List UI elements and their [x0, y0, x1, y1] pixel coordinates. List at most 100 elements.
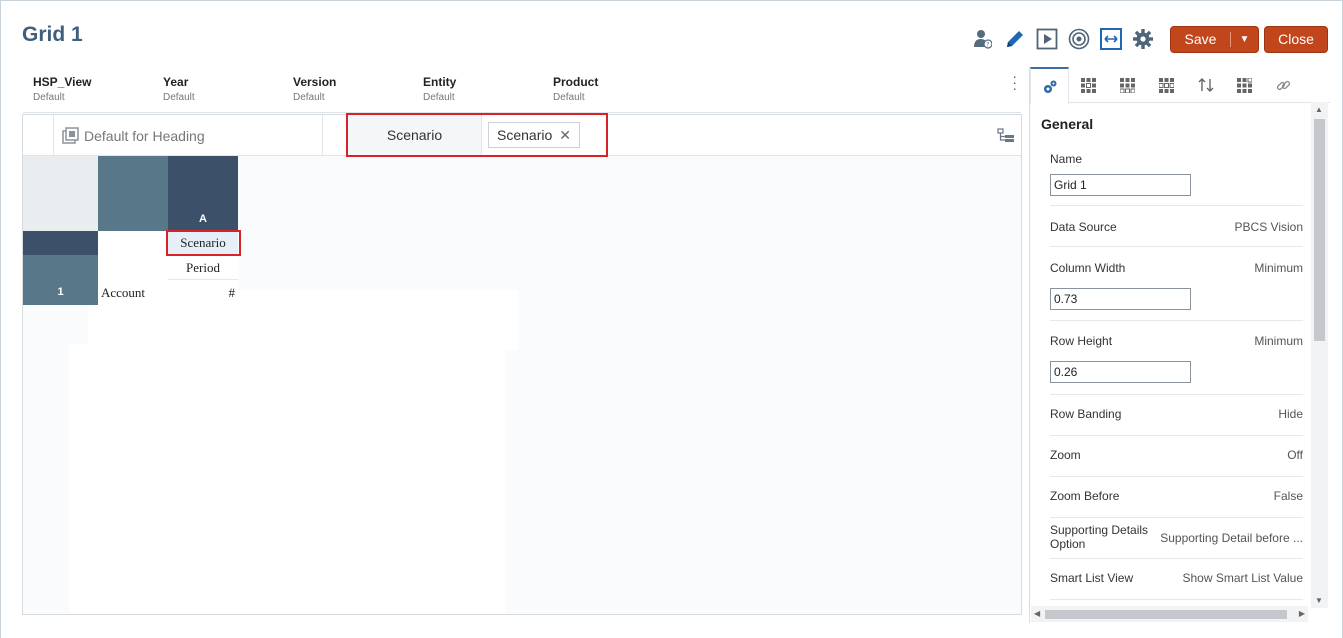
tab-links[interactable]	[1264, 67, 1303, 103]
properties-panel: General Name Data Source PBCS Vision Col…	[1029, 67, 1330, 623]
close-button[interactable]: Close	[1264, 25, 1328, 53]
property-label: Zoom Before	[1050, 489, 1120, 503]
tab-cell-properties[interactable]	[1147, 67, 1186, 103]
column-width-field[interactable]	[1050, 288, 1191, 310]
pov-item-hsp-view[interactable]: HSP_View Default	[33, 75, 91, 103]
row-dimension-account[interactable]: Account	[98, 280, 168, 305]
target-icon[interactable]	[1066, 26, 1092, 52]
pov-dimension: HSP_View	[33, 75, 92, 89]
scroll-down-icon[interactable]: ▼	[1315, 596, 1323, 605]
row-height-field[interactable]	[1050, 361, 1191, 383]
scenario-dimension-label[interactable]: Scenario	[348, 115, 482, 155]
svg-text:?: ?	[986, 42, 989, 49]
property-label: Zoom	[1050, 448, 1081, 462]
pov-member: Default	[553, 92, 585, 103]
property-zoom-before[interactable]: Zoom Before False	[1050, 477, 1303, 518]
pov-dimension: Product	[553, 75, 599, 89]
label-line: Supporting Details	[1050, 523, 1149, 537]
row-dimension-header[interactable]	[98, 156, 168, 231]
property-label: Smart List View	[1050, 571, 1134, 585]
grid-icon	[1081, 77, 1096, 93]
tab-formatting[interactable]	[1225, 67, 1264, 103]
tab-row-properties[interactable]	[1069, 67, 1108, 103]
empty-region	[69, 344, 505, 614]
tab-sort[interactable]	[1186, 67, 1225, 103]
gear-icon[interactable]	[1130, 26, 1156, 52]
property-value: Show Smart List Value	[1182, 571, 1304, 585]
column-dim-row-header[interactable]	[23, 255, 98, 280]
property-name: Name	[1050, 144, 1303, 206]
scroll-right-icon[interactable]: ▶	[1299, 609, 1305, 618]
property-supporting-details[interactable]: Supporting Details Option Supporting Deta…	[1050, 518, 1303, 559]
property-label: Data Source	[1050, 220, 1117, 234]
save-label: Save	[1171, 31, 1231, 47]
horizontal-scrollbar[interactable]: ◀ ▶	[1031, 606, 1308, 622]
gears-icon	[1043, 80, 1056, 93]
scenario-page-dimension: Scenario Scenario ✕	[346, 113, 608, 157]
property-value: Off	[1287, 448, 1303, 462]
pov-item-year[interactable]: Year Default	[163, 75, 195, 103]
property-label: Supporting Details Option	[1050, 523, 1148, 551]
default-heading-label: Default for Heading	[84, 127, 205, 144]
scenario-member-chip[interactable]: Scenario ✕	[488, 122, 580, 148]
property-value: Supporting Detail before ...	[1160, 531, 1303, 545]
default-heading-dropzone[interactable]: Default for Heading	[53, 115, 323, 156]
tab-grid-properties[interactable]	[1030, 67, 1069, 104]
property-data-source[interactable]: Data Source PBCS Vision	[1050, 206, 1303, 247]
property-row-height: Row Height Minimum	[1050, 321, 1303, 395]
pov-member: Default	[33, 92, 65, 103]
column-header-a[interactable]: A	[168, 156, 238, 231]
property-value: Hide	[1278, 407, 1303, 421]
page-header-bar: Default for Heading Scenario Scenario ✕	[23, 113, 1021, 157]
pov-item-product[interactable]: Product Default	[553, 75, 598, 103]
grid-icon	[1120, 77, 1135, 93]
property-row-banding[interactable]: Row Banding Hide	[1050, 395, 1303, 436]
pov-member: Default	[293, 92, 325, 103]
pov-dimension: Entity	[423, 75, 457, 89]
pov-member: Default	[163, 92, 195, 103]
property-smart-list-view[interactable]: Smart List View Show Smart List Value	[1050, 559, 1303, 600]
selection-highlight	[166, 230, 241, 256]
layers-icon	[62, 127, 79, 144]
user-question-icon[interactable]: ?	[970, 26, 996, 52]
sort-icon	[1198, 78, 1213, 92]
play-icon[interactable]	[1034, 26, 1060, 52]
more-vertical-icon[interactable]: · · ·	[1012, 69, 1017, 95]
grid-designer-window: Grid 1 ? Save ▼ Close HSP_View Default Y…	[0, 0, 1343, 638]
scroll-up-icon[interactable]: ▲	[1315, 105, 1323, 114]
chevron-down-icon[interactable]: ▼	[1231, 34, 1258, 45]
fit-width-icon[interactable]	[1098, 26, 1124, 52]
column-dimension-period[interactable]: Period	[168, 256, 238, 280]
pov-item-version[interactable]: Version Default	[293, 75, 336, 103]
grid-icon	[1159, 77, 1174, 93]
grid-canvas: Default for Heading Scenario Scenario ✕ …	[22, 113, 1022, 615]
empty-cell	[98, 231, 168, 280]
pov-dimension: Version	[293, 75, 337, 89]
member-selector-icon[interactable]	[997, 127, 1015, 145]
link-icon	[1276, 80, 1291, 90]
property-value[interactable]: Minimum	[1254, 334, 1303, 348]
vertical-scrollbar[interactable]: ▲ ▼	[1311, 102, 1328, 608]
property-value[interactable]: Minimum	[1254, 261, 1303, 275]
scroll-thumb[interactable]	[1314, 119, 1325, 341]
property-label: Name	[1050, 152, 1083, 166]
scroll-thumb[interactable]	[1045, 610, 1287, 619]
row-header-1[interactable]: 1	[23, 280, 98, 305]
close-icon[interactable]: ✕	[559, 127, 571, 144]
save-button[interactable]: Save ▼	[1170, 25, 1259, 53]
label-line: Option	[1050, 537, 1086, 551]
pencil-icon[interactable]	[1002, 26, 1028, 52]
pov-item-entity[interactable]: Entity Default	[423, 75, 456, 103]
scroll-left-icon[interactable]: ◀	[1034, 609, 1040, 618]
pov-member: Default	[423, 92, 455, 103]
column-dim-row-header[interactable]	[23, 231, 98, 255]
panel-tabs	[1030, 67, 1330, 104]
tab-column-properties[interactable]	[1108, 67, 1147, 103]
name-field[interactable]	[1050, 174, 1191, 196]
property-value: PBCS Vision	[1234, 220, 1303, 234]
property-zoom[interactable]: Zoom Off	[1050, 436, 1303, 477]
grid-corner	[23, 156, 98, 231]
grid-icon	[1237, 77, 1252, 93]
property-label: Column Width	[1050, 261, 1126, 275]
data-cell[interactable]: #	[168, 280, 238, 305]
